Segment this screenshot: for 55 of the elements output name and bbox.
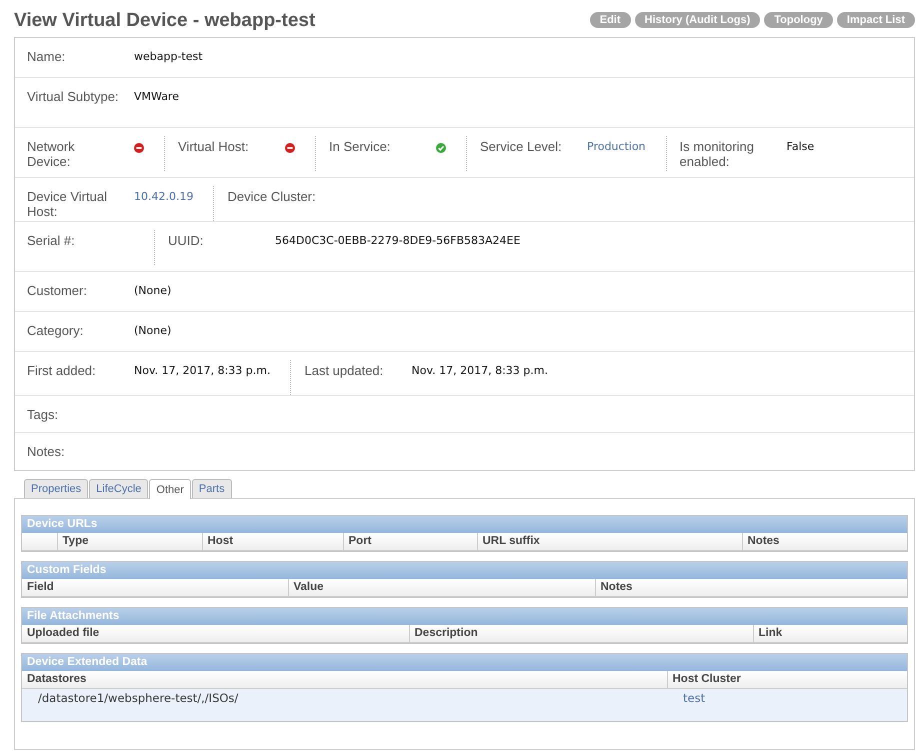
field-label: In Service: <box>329 139 392 154</box>
field-value: 564D0C3C-0EBB-2279-8DE9-56FB583A24EE <box>275 233 522 248</box>
field-label: UUID: <box>168 233 204 248</box>
field-label: Customer: <box>27 283 88 298</box>
column-header: Value <box>288 579 595 596</box>
field-value: Nov. 17, 2017, 8:33 p.m. <box>134 363 272 378</box>
field-label: Is monitoring enabled: <box>680 139 755 169</box>
tab[interactable]: Other <box>149 479 191 499</box>
column-header: Notes <box>742 533 907 550</box>
field-label: Serial #: <box>27 233 76 248</box>
action-button[interactable]: History (Audit Logs) <box>634 12 760 28</box>
column-header: Type <box>57 533 202 550</box>
column-header: Uploaded file <box>22 625 409 642</box>
column-header: Description <box>409 625 753 642</box>
tab[interactable]: LifeCycle <box>89 479 148 498</box>
action-button[interactable]: Topology <box>764 12 833 28</box>
field-label: Service Level: <box>480 139 563 154</box>
field-value: VMWare <box>134 89 180 104</box>
field-label: Notes: <box>27 444 66 459</box>
column-header: Datastores <box>22 671 667 688</box>
field-link[interactable]: 10.42.0.19 <box>134 190 194 203</box>
column-header: Link <box>753 625 907 642</box>
field-label: Tags: <box>27 407 60 422</box>
field-label: Category: <box>27 323 84 338</box>
field-label: Network Device: <box>27 139 76 169</box>
field-label: First added: <box>27 363 97 378</box>
field-label: Name: <box>27 49 66 64</box>
section-title: Device URLs <box>22 516 907 533</box>
section-title: Device Extended Data <box>22 654 907 671</box>
section-title: Custom Fields <box>22 562 907 579</box>
field-label: Device Virtual Host: <box>27 189 108 219</box>
section-title: File Attachments <box>22 608 907 625</box>
column-header: Host Cluster <box>667 671 907 688</box>
column-header: Notes <box>595 579 907 596</box>
column-header: Field <box>22 579 288 596</box>
field-label: Device Cluster: <box>227 189 317 204</box>
field-value: Nov. 17, 2017, 8:33 p.m. <box>411 363 549 378</box>
field-label: Virtual Host: <box>178 139 250 154</box>
table-cell: /datastore1/websphere-test/,/ISOs/ <box>38 691 238 705</box>
tab[interactable]: Parts <box>192 479 232 498</box>
field-value: (None) <box>134 323 172 338</box>
action-button[interactable]: Impact List <box>836 12 915 28</box>
column-header: Port <box>343 533 477 550</box>
tab[interactable]: Properties <box>24 479 88 498</box>
field-label: Last updated: <box>304 363 384 378</box>
field-link[interactable]: Production <box>587 140 646 153</box>
action-button[interactable]: Edit <box>590 12 631 28</box>
field-value: webapp-test <box>134 49 204 64</box>
field-label: Virtual Subtype: <box>27 89 120 104</box>
field-value: False <box>786 139 816 154</box>
page-title: View Virtual Device - webapp-test <box>14 9 316 33</box>
column-header: Host <box>202 533 343 550</box>
column-header: URL suffix <box>477 533 742 550</box>
field-value: (None) <box>134 283 172 298</box>
cell-link[interactable]: test <box>683 691 706 705</box>
